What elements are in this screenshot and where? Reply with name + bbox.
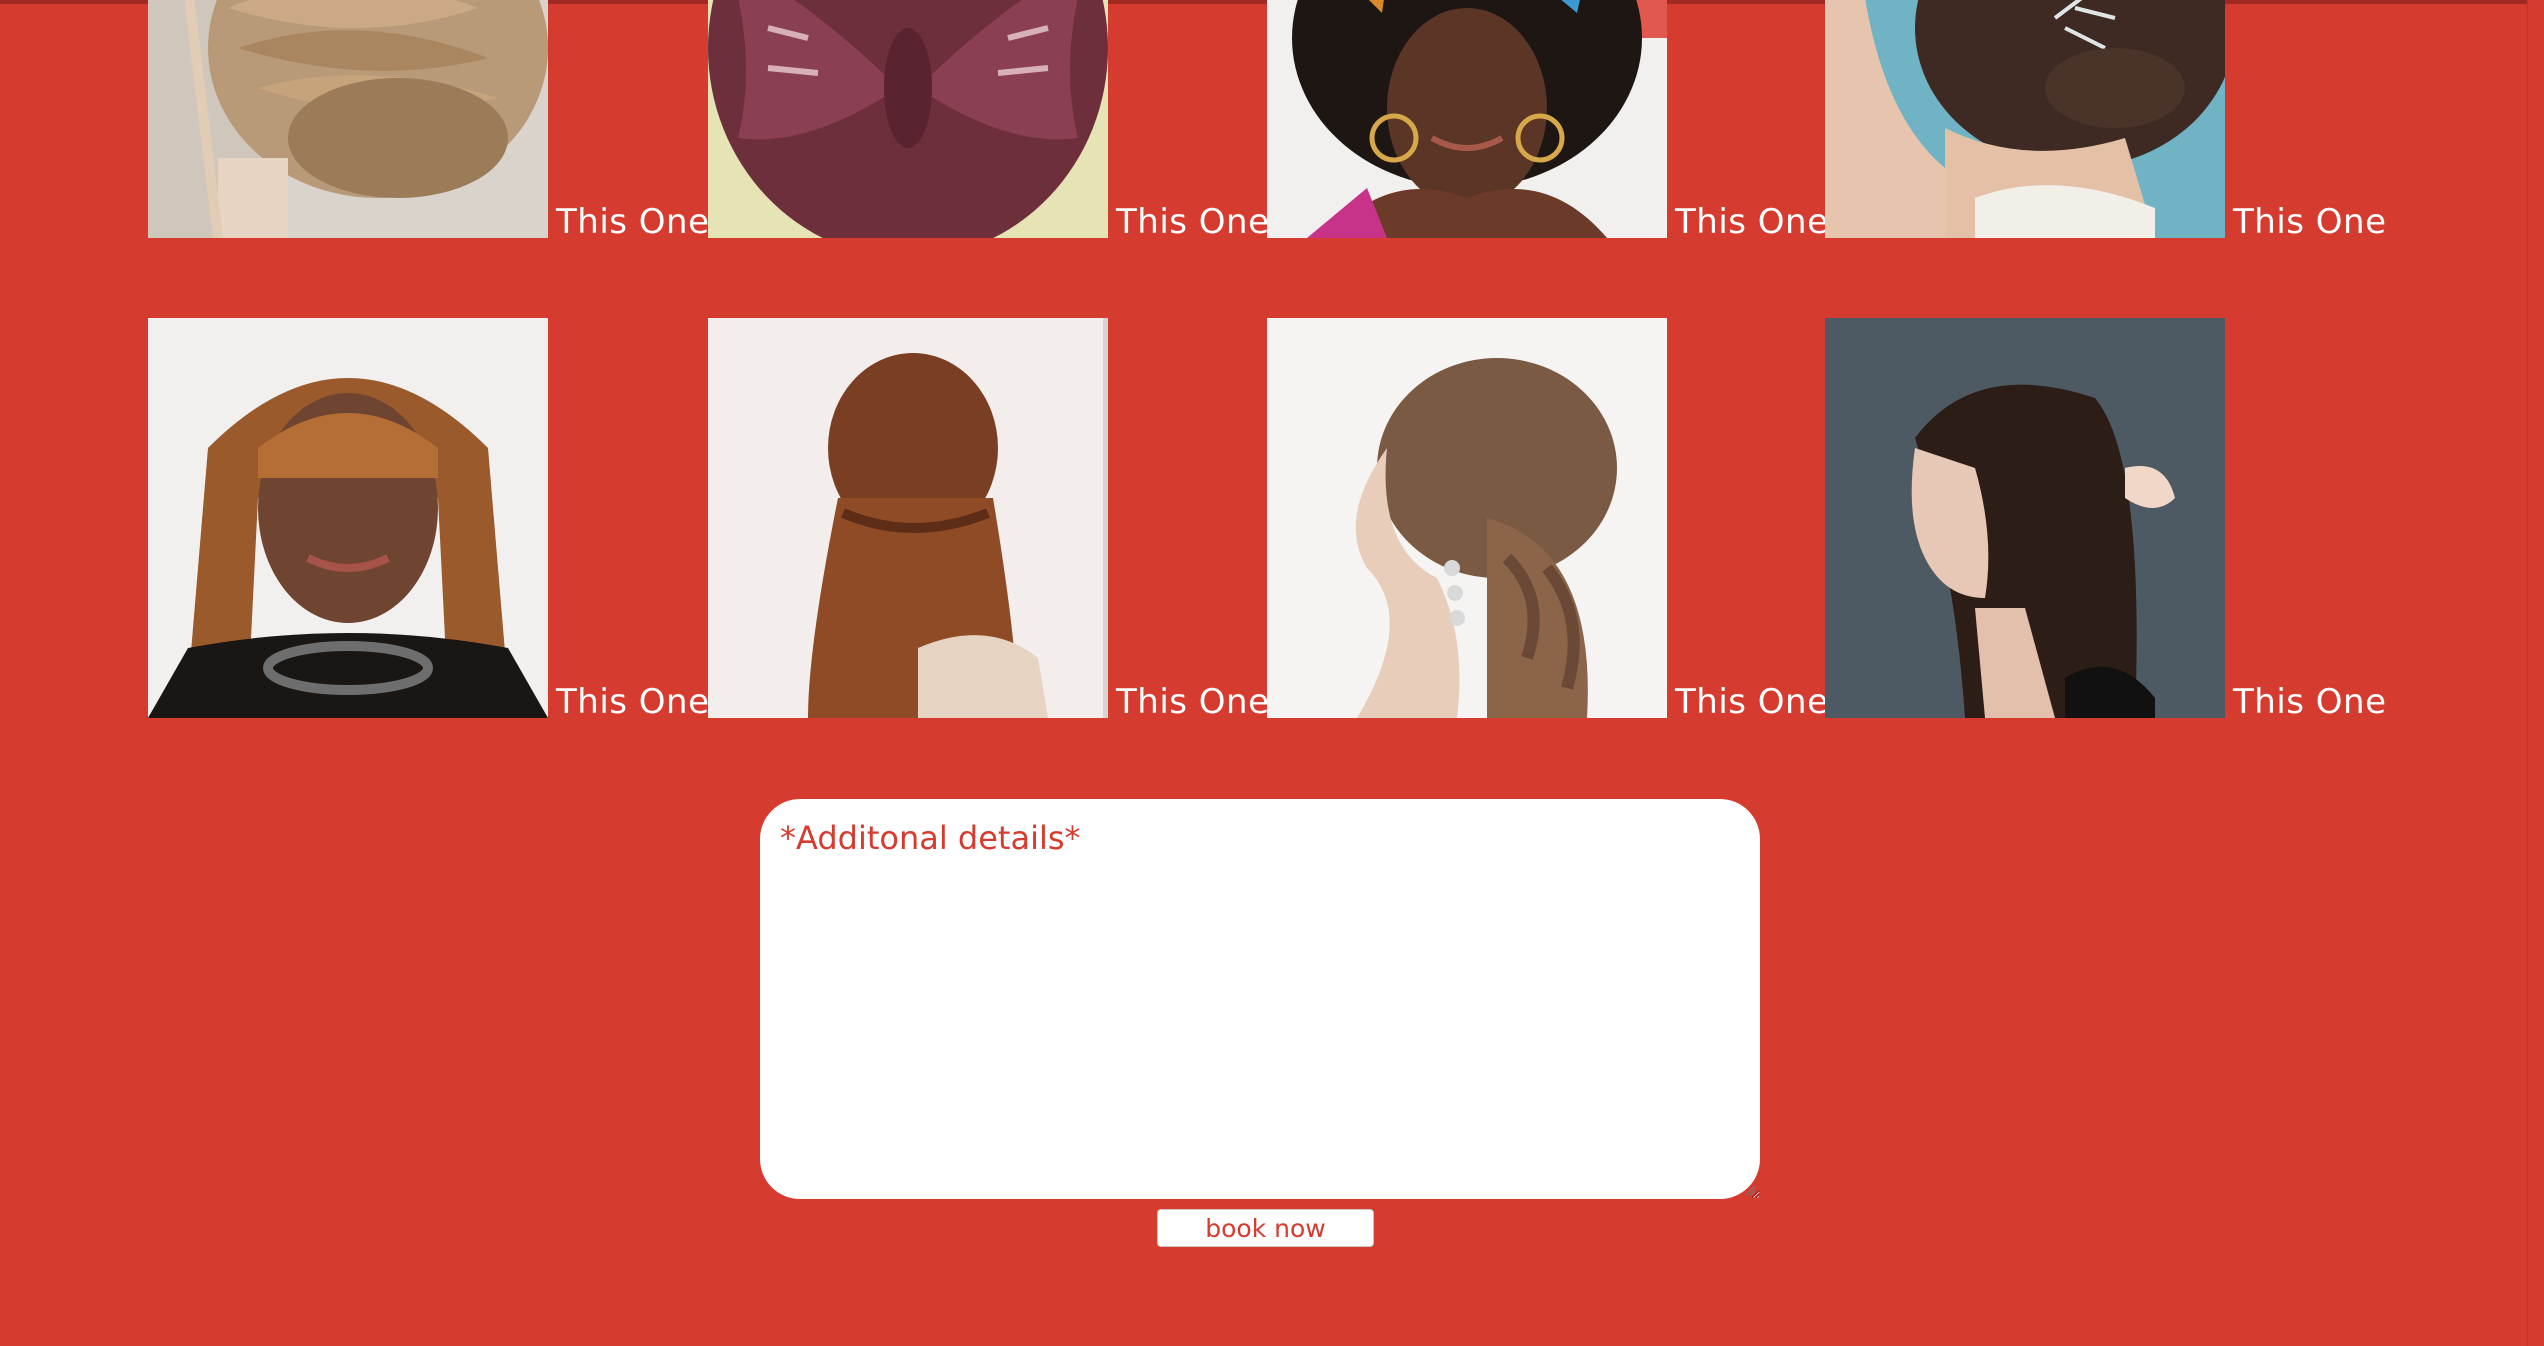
this-one-link[interactable]: This One: [556, 682, 710, 722]
hairstyle-row-1: This One This One This One This One: [148, 0, 2388, 242]
long-straight-image: [1825, 318, 2225, 718]
braided-updo-image: [148, 0, 548, 238]
curly-updo-image: [1825, 0, 2225, 238]
butterfly-braid-image: [708, 0, 1108, 238]
hairstyle-photo-long-straight[interactable]: [1825, 318, 2225, 718]
hairstyle-photo-curly-updo[interactable]: [1825, 0, 2225, 238]
hairstyle-photo-braided-updo[interactable]: [148, 0, 548, 238]
page-scrollbar[interactable]: [2527, 0, 2544, 1346]
additional-details-textarea[interactable]: [760, 799, 1760, 1199]
booking-page: This One This One This One This One This…: [0, 0, 2544, 1346]
hairstyle-photo-half-up-twist[interactable]: [708, 318, 1108, 718]
hairstyle-photo-half-up-curls[interactable]: [1267, 318, 1667, 718]
hairstyle-photo-bangs-portrait[interactable]: [148, 318, 548, 718]
half-up-twist-image: [708, 318, 1108, 718]
hairstyle-row-2: This One This One This One This One: [148, 318, 2388, 722]
resize-grip-icon[interactable]: [1744, 1184, 1756, 1196]
hairstyle-photo-afro-butterflies[interactable]: [1267, 0, 1667, 238]
this-one-link[interactable]: This One: [1675, 202, 1829, 242]
this-one-link[interactable]: This One: [2233, 682, 2387, 722]
this-one-link[interactable]: This One: [556, 202, 710, 242]
hairstyle-photo-butterfly-braid[interactable]: [708, 0, 1108, 238]
this-one-link[interactable]: This One: [1675, 682, 1829, 722]
book-now-button[interactable]: book now: [1157, 1209, 1374, 1247]
half-up-curls-image: [1267, 318, 1667, 718]
this-one-link[interactable]: This One: [2233, 202, 2387, 242]
afro-butterflies-image: [1267, 0, 1667, 238]
bangs-portrait-image: [148, 318, 548, 718]
this-one-link[interactable]: This One: [1116, 682, 1270, 722]
this-one-link[interactable]: This One: [1116, 202, 1270, 242]
